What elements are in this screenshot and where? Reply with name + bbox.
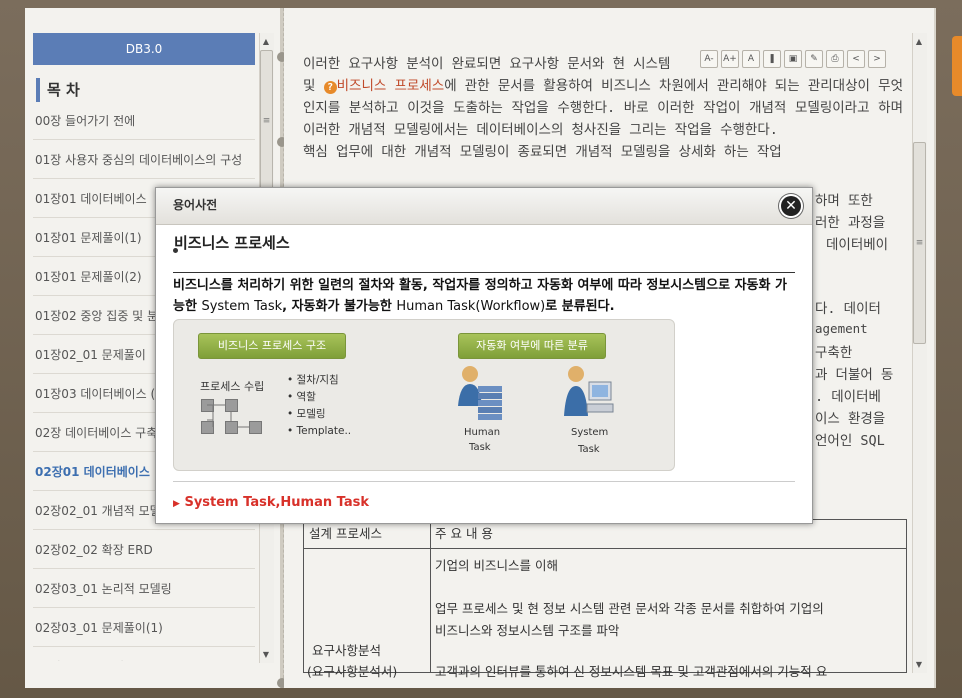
text-fragment: 이스 환경을 [815, 411, 886, 427]
table-cell: 비즈니스와 정보시스템 구조를 파악 [435, 623, 620, 638]
text-fragment: 언어인 SQL [815, 433, 885, 449]
definition-part2: , 자동화가 불가능한 [282, 299, 397, 314]
text-fragment: . 데이터베 [815, 389, 881, 405]
glossary-dialog: 용어사전 ✕ 비즈니스 프로세스 비즈니스를 처리하기 위한 일련의 절차와 활… [155, 187, 813, 524]
dialog-header [156, 188, 812, 225]
process-structure-label: 비즈니스 프로세스 구조 [198, 333, 346, 359]
process-diagram: 비즈니스 프로세스 구조 자동화 여부에 따른 분류 프로세스 수립 • 절차/… [173, 319, 675, 471]
text-fragment: agement [815, 321, 868, 336]
related-terms-text: System Task,Human Task [184, 495, 369, 510]
related-divider [173, 481, 795, 482]
side-tab[interactable] [952, 36, 962, 96]
automation-classification-label: 자동화 여부에 따른 분류 [458, 333, 606, 359]
table-header-rule [304, 548, 906, 549]
toc-item[interactable]: 00장 들어가기 전에 [33, 101, 255, 140]
term-title: 비즈니스 프로세스 [174, 234, 290, 252]
glossary-link[interactable]: 비즈니스 프로세스 [337, 78, 445, 94]
bullet-item: • 절차/지침 [287, 374, 339, 386]
text-fragment: 다. 데이터 [815, 301, 881, 317]
toc-item[interactable]: 01장 사용자 중심의 데이터베이스의 구성 [33, 140, 255, 179]
toc-scroll-thumb[interactable]: ≡ [260, 50, 273, 192]
text-fragment: 러한 과정을 [815, 215, 886, 231]
design-process-table: 설계 프로세스 주 요 내 용 요구사항분석 (요구사항분석서) 기업의 비즈니… [303, 519, 907, 679]
text-fragment: 과 더불어 동 [815, 367, 894, 383]
toc-item[interactable]: 02장02_02 확장 ERD [33, 530, 255, 569]
definition-term2: Human Task(Workflow) [396, 299, 546, 314]
table-cell: 업무 프로세스 및 현 정보 시스템 관련 문서와 각종 문서를 취합하여 기업… [435, 601, 824, 616]
table-cell: 기업의 비즈니스를 이해 [435, 558, 558, 573]
table-header-content: 주 요 내 용 [435, 526, 493, 541]
text-fragment: 구축한 [815, 345, 853, 361]
definition-term1: System Task [201, 299, 283, 314]
table-row-label: 요구사항분석 [312, 643, 382, 658]
definition-part3: 로 분류된다. [545, 299, 615, 314]
table-header-process: 설계 프로세스 [309, 520, 429, 549]
caret-right-icon: ▶ [173, 499, 180, 509]
paragraph-1: 이러한 요구사항 분석이 완료되면 요구사항 문서와 현 시스템 및 ? 비즈니스… [303, 53, 903, 141]
scroll-down-icon[interactable]: ▼ [260, 650, 272, 659]
toc-heading: 목 차 [36, 78, 80, 102]
term-divider [173, 272, 795, 273]
term-definition: 비즈니스를 처리하기 위한 일련의 절차와 활동, 작업자를 정의하고 자동화 … [173, 275, 795, 317]
content-scroll-up-icon[interactable]: ▲ [913, 37, 925, 46]
close-icon: ✕ [785, 198, 797, 214]
system-task-label-1: System [571, 427, 609, 438]
right-border [934, 8, 936, 688]
system-task-icon [564, 366, 614, 416]
glossary-badge-icon[interactable]: ? [323, 81, 337, 94]
bullet-item: • Template.. [287, 425, 352, 437]
close-button[interactable]: ✕ [781, 196, 801, 216]
dialog-title: 용어사전 [173, 198, 218, 212]
process-connectors [207, 404, 249, 428]
human-task-label-2: Task [469, 442, 491, 453]
table-cell: 고객과의 인터뷰를 통하여 신 정보시스템 목표 및 고객관점에서의 기능적 요 [435, 664, 828, 679]
table-row-label-sub: (요구사항분석서) [307, 664, 398, 679]
paragraph-1-text: 이러한 요구사항 분석이 완료되면 요구사항 문서와 현 시스템 [303, 56, 671, 72]
scroll-up-icon[interactable]: ▲ [260, 37, 272, 46]
table-col-divider [430, 520, 431, 672]
related-terms-link[interactable]: ▶ System Task,Human Task [173, 495, 369, 510]
process-bullet-list: • 절차/지침 • 역할 • 모델링 • Template.. [287, 372, 351, 440]
document-body: 이러한 요구사항 분석이 완료되면 요구사항 문서와 현 시스템 및 ? 비즈니스… [303, 53, 903, 163]
human-task-icon [458, 366, 502, 420]
text-fragment: 하며 또한 [815, 193, 873, 209]
content-scroll-down-icon[interactable]: ▼ [913, 660, 925, 669]
text-fragment: 데이터베이 [826, 237, 889, 253]
paragraph-1-prefix: 및 [303, 78, 324, 94]
paragraph-2: 핵심 업무에 대한 개념적 모델링이 종료되면 개념적 모델링을 상세화 하는 … [303, 144, 782, 160]
content-scrollbar[interactable] [912, 33, 927, 673]
book-title-header: DB3.0 [33, 33, 255, 65]
bullet-item: • 역할 [287, 391, 316, 403]
toc-item[interactable]: 02장03_01 문제풀이(1) [33, 608, 255, 647]
human-task-label-1: Human [464, 427, 501, 438]
toc-item[interactable]: 02장03_01 문제풀이(2) [33, 647, 255, 661]
system-task-label-2: Task [578, 444, 600, 455]
content-scroll-thumb[interactable]: ≡ [913, 142, 926, 344]
bullet-item: • 모델링 [287, 408, 326, 420]
toc-item[interactable]: 02장03_01 논리적 모델링 [33, 569, 255, 608]
